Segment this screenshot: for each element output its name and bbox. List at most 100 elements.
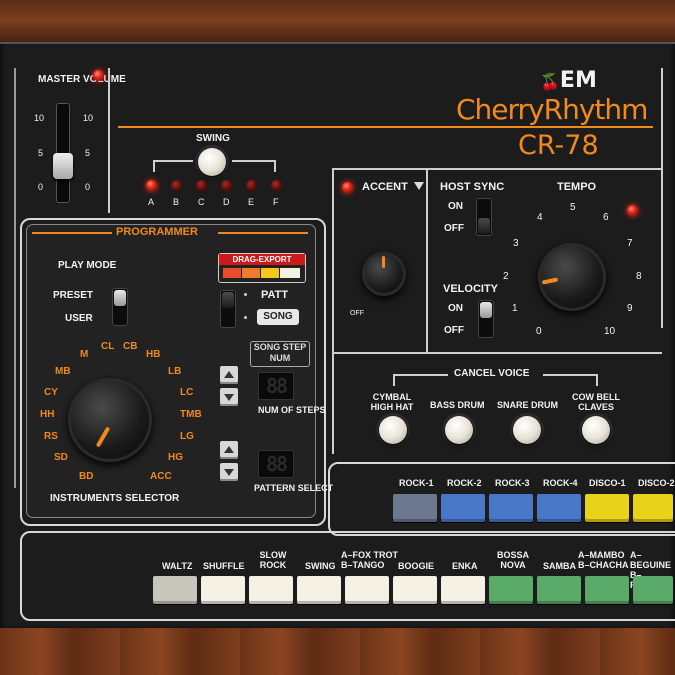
drag-export-button[interactable]: DRAG-EXPORT — [218, 253, 306, 283]
num-steps-up-button[interactable] — [220, 366, 238, 384]
inst-tmb: TMB — [180, 409, 202, 420]
boogie-pad[interactable] — [393, 576, 437, 604]
waltz-pad[interactable] — [153, 576, 197, 604]
cancel-snare-drum-button[interactable] — [513, 416, 541, 444]
brand-logo-text: EM — [559, 68, 597, 93]
velocity-toggle[interactable] — [478, 300, 494, 338]
rock-2-label: ROCK-2 — [447, 478, 482, 488]
cherry-icon: 🍒 — [540, 72, 560, 91]
play-mode-toggle[interactable] — [112, 288, 128, 326]
num-steps-down-button[interactable] — [220, 388, 238, 406]
inst-acc: ACC — [150, 471, 172, 482]
cancel-cowbell-button[interactable] — [582, 416, 610, 444]
disco-1-label: DISCO-1 — [589, 478, 626, 488]
drag-export-label: DRAG-EXPORT — [219, 254, 305, 265]
pattern-up-button[interactable] — [220, 441, 238, 459]
master-volume-label: MASTER VOLUME — [38, 74, 126, 85]
rock-4-pad[interactable] — [537, 494, 581, 522]
swing-led-label-b: B — [173, 197, 180, 207]
slow-rock-label: SLOW ROCK — [259, 550, 287, 570]
inst-sd: SD — [54, 452, 68, 463]
rock-3-pad[interactable] — [489, 494, 533, 522]
patt-song-toggle[interactable] — [220, 290, 236, 328]
samba-pad[interactable] — [537, 576, 581, 604]
patt-label: PATT — [261, 289, 289, 301]
host-sync-on-label: ON — [448, 201, 463, 212]
velocity-off-label: OFF — [444, 325, 464, 336]
swing-led-label-c: C — [198, 197, 205, 207]
cancel-voice-label: CANCEL VOICE — [454, 368, 530, 379]
inst-lg: LG — [180, 431, 194, 442]
inst-cy: CY — [44, 387, 58, 398]
tempo-pointer — [541, 277, 559, 285]
master-divider — [108, 68, 110, 213]
song-step-num-label: SONG STEP NUM — [250, 341, 310, 367]
vol-scale-right-5: 5 — [85, 148, 91, 158]
beguine-rhumba-pad[interactable] — [633, 576, 673, 604]
vol-scale-right-10: 10 — [83, 113, 94, 123]
pattern-down-button[interactable] — [220, 463, 238, 481]
tempo-scale-8: 8 — [636, 271, 642, 282]
rock-4-label: ROCK-4 — [543, 478, 578, 488]
num-steps-display: 88 — [258, 372, 294, 400]
cancel-voice-bracket-left — [393, 374, 448, 376]
tempo-knob[interactable] — [538, 243, 606, 311]
bossa-nova-pad[interactable] — [489, 576, 533, 604]
inst-lb: LB — [168, 366, 182, 377]
shuffle-pad[interactable] — [201, 576, 245, 604]
cancel-cowbell-label: COW BELL CLAVES — [572, 392, 620, 412]
samba-label: SAMBA — [543, 561, 576, 571]
song-label: SONG — [257, 309, 299, 325]
cancel-cymbal-label: CYMBAL HIGH HAT — [370, 392, 414, 412]
accent-knob[interactable] — [362, 252, 406, 296]
right-divider-top — [661, 68, 663, 174]
instruments-selector-knob[interactable] — [68, 378, 152, 462]
foxtrot-tango-pad[interactable] — [345, 576, 389, 604]
song-dot — [244, 316, 247, 319]
accent-section-top — [332, 168, 662, 170]
swing-led-label-f: F — [273, 197, 279, 207]
swing-led-d — [221, 180, 232, 191]
accent-host-divider — [426, 168, 428, 354]
rock-2-pad[interactable] — [441, 494, 485, 522]
host-sync-toggle[interactable] — [476, 198, 492, 236]
brand-name: CherryRhythm — [456, 93, 648, 126]
slow-rock-pad[interactable] — [249, 576, 293, 604]
shuffle-label: SHUFFLE — [203, 561, 245, 571]
rock-3-label: ROCK-3 — [495, 478, 530, 488]
master-volume-handle[interactable] — [53, 153, 73, 179]
inst-bd: BD — [79, 471, 94, 482]
instruments-selector-label: INSTRUMENTS SELECTOR — [50, 493, 180, 504]
rock-1-pad[interactable] — [393, 494, 437, 522]
cancel-voice-bracket-right — [543, 374, 598, 376]
tempo-scale-2: 2 — [503, 271, 509, 282]
brand-model: CR-78 — [518, 130, 599, 161]
swing-rhythm-pad[interactable] — [297, 576, 341, 604]
cancel-cymbal-button[interactable] — [379, 416, 407, 444]
user-label: USER — [65, 313, 93, 324]
swing-bracket-left — [153, 160, 193, 162]
brand-underline — [118, 126, 653, 128]
tempo-scale-6: 6 — [603, 212, 609, 223]
swing-bracket-right-end — [274, 160, 276, 172]
cancel-voice-bracket-right-end — [596, 374, 598, 386]
inst-hb: HB — [146, 349, 161, 360]
accent-dropdown-icon[interactable] — [414, 182, 424, 190]
enka-pad[interactable] — [441, 576, 485, 604]
patt-dot — [244, 293, 247, 296]
cancel-voice-top — [332, 352, 662, 354]
tempo-scale-1: 1 — [512, 303, 518, 314]
master-volume-slider[interactable] — [53, 103, 73, 203]
mambo-chacha-pad[interactable] — [585, 576, 629, 604]
inst-cl: CL — [101, 341, 115, 352]
inst-lc: LC — [180, 387, 194, 398]
tempo-scale-5: 5 — [570, 202, 576, 213]
cancel-bass-drum-button[interactable] — [445, 416, 473, 444]
disco-1-pad[interactable] — [585, 494, 629, 522]
drag-export-swatch-1 — [223, 268, 241, 278]
disco-2-pad[interactable] — [633, 494, 673, 522]
swing-button[interactable] — [198, 148, 226, 176]
swing-led-label-d: D — [223, 197, 230, 207]
inst-hg: HG — [168, 452, 183, 463]
accent-section-left — [332, 168, 334, 454]
